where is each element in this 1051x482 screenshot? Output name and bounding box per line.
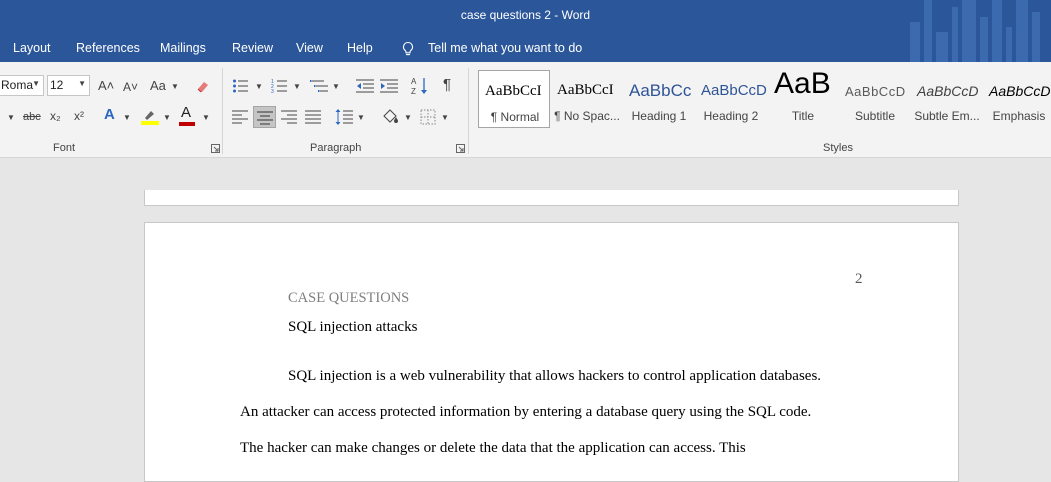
- style-name: ¶ Normal: [490, 110, 540, 124]
- title-bar: case questions 2 - Word Layout Reference…: [0, 0, 1051, 62]
- chevron-down-icon[interactable]: ▼: [255, 80, 263, 94]
- running-header: CASE QUESTIONS: [288, 290, 410, 306]
- body-line: SQL injection is a web vulnerability tha…: [288, 368, 822, 384]
- chevron-down-icon[interactable]: ▼: [441, 111, 449, 125]
- style-normal[interactable]: AaBbCcI ¶ Normal: [478, 70, 550, 128]
- font-name-combo[interactable]: Roma ▼: [0, 75, 44, 96]
- font-size-combo[interactable]: 12 ▼: [47, 75, 90, 96]
- style-title[interactable]: AaB Title: [767, 70, 839, 128]
- style-name: Subtitle: [854, 109, 896, 123]
- style-no-spacing[interactable]: AaBbCcI ¶ No Spac...: [551, 70, 623, 128]
- style-name: Heading 1: [631, 109, 687, 123]
- ribbon-separator: [468, 68, 469, 154]
- tab-help[interactable]: Help: [347, 41, 373, 55]
- show-formatting-marks-icon[interactable]: ¶: [443, 77, 451, 92]
- svg-text:3: 3: [271, 89, 274, 94]
- body-line: The hacker can make changes or delete th…: [240, 440, 746, 456]
- justify-icon[interactable]: [305, 110, 321, 124]
- font-dialog-launcher-icon[interactable]: [211, 144, 220, 153]
- align-center-icon: [257, 111, 273, 125]
- styles-gallery: AaBbCcI ¶ Normal AaBbCcI ¶ No Spac... Aa…: [478, 70, 1051, 128]
- lightbulb-icon[interactable]: [401, 41, 415, 57]
- shrink-font-icon[interactable]: A˅: [123, 80, 138, 94]
- align-right-icon[interactable]: [281, 110, 297, 124]
- style-name: Subtle Em...: [914, 109, 980, 123]
- tell-me-search[interactable]: Tell me what you want to do: [428, 41, 582, 55]
- style-preview: AaBbCcD: [845, 84, 906, 99]
- chevron-down-icon: ▼: [32, 79, 40, 88]
- svg-text:A: A: [411, 77, 417, 86]
- section-heading: SQL injection attacks: [288, 319, 418, 335]
- style-heading-1[interactable]: AaBbCc Heading 1: [623, 70, 695, 128]
- style-subtle-emphasis[interactable]: AaBbCcD Subtle Em...: [911, 70, 983, 128]
- chevron-down-icon[interactable]: ▼: [357, 111, 365, 125]
- increase-indent-icon[interactable]: [380, 78, 398, 94]
- style-name: ¶ No Spac...: [554, 109, 620, 123]
- text-effects-icon[interactable]: A: [104, 107, 115, 122]
- font-size-value: 12: [50, 78, 64, 92]
- paragraph-group-label: Paragraph: [310, 142, 362, 154]
- paragraph-dialog-launcher-icon[interactable]: [456, 144, 465, 153]
- borders-icon[interactable]: [420, 109, 436, 125]
- align-center-button[interactable]: [253, 106, 276, 128]
- style-preview: AaBbCcD: [701, 82, 767, 99]
- numbering-icon[interactable]: 123: [271, 78, 289, 94]
- sort-icon[interactable]: AZ: [410, 76, 428, 96]
- font-name-value: Roma: [1, 78, 34, 92]
- chevron-down-icon[interactable]: ▼: [163, 111, 171, 125]
- font-color-icon[interactable]: A: [181, 105, 191, 120]
- highlight-icon[interactable]: [141, 108, 159, 126]
- align-left-icon[interactable]: [232, 110, 248, 124]
- window-title: case questions 2 - Word: [460, 8, 591, 22]
- styles-group-label: Styles: [823, 142, 853, 154]
- style-subtitle[interactable]: AaBbCcD Subtitle: [839, 70, 911, 128]
- superscript-icon[interactable]: x²: [74, 109, 84, 123]
- tab-layout[interactable]: Layout: [13, 41, 51, 55]
- tab-review[interactable]: Review: [232, 41, 273, 55]
- line-spacing-icon[interactable]: [335, 108, 353, 126]
- document-page[interactable]: 2 CASE QUESTIONS SQL injection attacks S…: [144, 222, 959, 482]
- chevron-down-icon[interactable]: ▼: [7, 111, 15, 125]
- style-name: Title: [791, 109, 815, 123]
- svg-text:Z: Z: [411, 87, 416, 96]
- chevron-down-icon[interactable]: ▼: [332, 80, 340, 94]
- grow-font-icon[interactable]: A˄: [98, 79, 114, 93]
- style-heading-2[interactable]: AaBbCcD Heading 2: [695, 70, 767, 128]
- multilevel-list-icon[interactable]: [310, 78, 330, 94]
- shading-icon[interactable]: [381, 108, 399, 126]
- chevron-down-icon[interactable]: ▼: [171, 80, 179, 94]
- chevron-down-icon[interactable]: ▼: [404, 111, 412, 125]
- chevron-down-icon[interactable]: ▼: [123, 111, 131, 125]
- change-case-icon[interactable]: Aa: [150, 79, 166, 93]
- decrease-indent-icon[interactable]: [356, 78, 374, 94]
- bullets-icon[interactable]: [232, 78, 250, 94]
- chevron-down-icon[interactable]: ▼: [293, 80, 301, 94]
- style-preview: AaBbCc: [629, 81, 692, 100]
- ribbon: Roma ▼ 12 ▼ A˄ A˅ Aa ▼ ▼ abc x₂ x² A ▼ ▼…: [0, 62, 1051, 158]
- style-name: Emphasis: [992, 109, 1046, 123]
- clear-formatting-icon[interactable]: [195, 78, 211, 94]
- page-number: 2: [855, 271, 863, 287]
- chevron-down-icon: ▼: [78, 79, 86, 88]
- previous-page-bottom[interactable]: [144, 190, 959, 206]
- tab-view[interactable]: View: [296, 41, 323, 55]
- style-emphasis[interactable]: AaBbCcD Emphasis: [983, 70, 1051, 128]
- style-preview: AaBbCcI: [557, 82, 614, 98]
- chevron-down-icon[interactable]: ▼: [202, 111, 210, 125]
- tab-references[interactable]: References: [76, 41, 140, 55]
- tab-mailings[interactable]: Mailings: [160, 41, 206, 55]
- style-preview: AaBbCcD: [989, 83, 1051, 99]
- style-preview: AaBbCcD: [917, 83, 979, 99]
- body-line: An attacker can access protected informa…: [240, 404, 812, 420]
- subscript-icon[interactable]: x₂: [50, 109, 61, 123]
- style-preview: AaBbCcI: [485, 83, 542, 99]
- style-name: Heading 2: [703, 109, 759, 123]
- style-preview: AaB: [774, 70, 831, 100]
- font-color-swatch: [179, 122, 195, 126]
- ribbon-separator: [222, 68, 223, 154]
- font-group-label: Font: [53, 142, 76, 154]
- strikethrough-icon[interactable]: abc: [23, 110, 41, 124]
